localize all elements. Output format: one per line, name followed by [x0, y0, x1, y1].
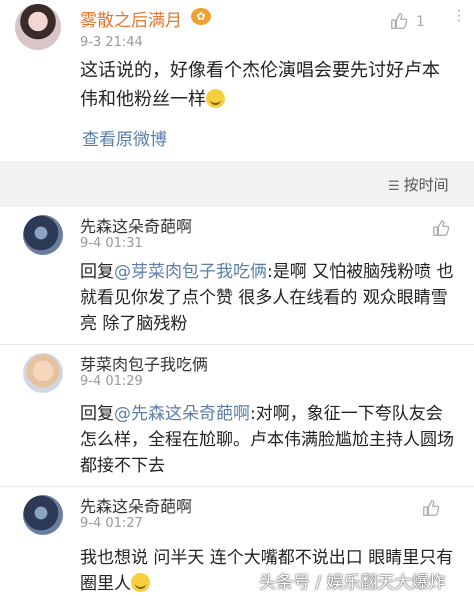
comment-author[interactable]: 芽菜肉包子我吃俩 — [80, 351, 208, 375]
post-like-button[interactable]: 1 — [390, 12, 425, 34]
watermark: 头条号 / 娱乐翻天大爆炸 — [259, 573, 446, 593]
post-text: 这话说的，好像看个杰伦演唱会要先讨好卢本伟和他粉丝一样 — [80, 56, 456, 114]
comment-time: 9-4 01:31 — [80, 236, 143, 251]
avatar[interactable] — [23, 215, 63, 255]
comment-text: 回复@先森这朵奇葩啊:对啊，象征一下夸队友会怎么样，全程在尬聊。卢本伟满脸尴尬主… — [80, 401, 458, 479]
comment-time: 9-4 01:27 — [80, 516, 143, 531]
mention-link[interactable]: @芽菜肉包子我吃俩 — [114, 262, 267, 282]
comment-author[interactable]: 先森这朵奇葩啊 — [80, 213, 192, 237]
more-icon[interactable]: ⋮ — [452, 8, 466, 24]
mention-link[interactable]: @先森这朵奇葩啊 — [114, 404, 250, 424]
comment-author[interactable]: 先森这朵奇葩啊 — [80, 493, 192, 517]
thumbs-up-icon — [433, 220, 450, 236]
view-original-link[interactable]: 查看原微博 — [82, 125, 167, 150]
comment-like-button[interactable] — [422, 499, 440, 521]
avatar[interactable] — [15, 4, 61, 50]
smile-emoji-icon — [131, 573, 150, 592]
sort-label: 按时间 — [403, 176, 449, 194]
comment-item: 芽菜肉包子我吃俩 9-4 01:29 回复@先森这朵奇葩啊:对啊，象征一下夸队友… — [0, 345, 474, 487]
original-post: 雾散之后满月 ✿ 9-3 21:44 1 ⋮ 这话说的，好像看个杰伦演唱会要先讨… — [0, 0, 474, 161]
avatar[interactable] — [23, 353, 63, 393]
post-author[interactable]: 雾散之后满月 — [80, 6, 182, 31]
sort-icon: ☰ — [388, 179, 400, 194]
reply-prefix: 回复 — [80, 262, 114, 282]
sort-by-time-button[interactable]: ☰ 按时间 — [388, 174, 449, 195]
avatar[interactable] — [23, 495, 63, 535]
sort-bar: ☰ 按时间 — [0, 161, 474, 207]
vip-badge-icon: ✿ — [191, 8, 211, 25]
comment-item: 先森这朵奇葩啊 9-4 01:31 回复@芽菜肉包子我吃俩:是啊 又怕被脑残粉喷… — [0, 207, 474, 345]
like-count: 1 — [416, 14, 425, 30]
thumbs-up-icon — [391, 13, 408, 29]
smile-emoji-icon — [206, 89, 225, 108]
post-time: 9-3 21:44 — [80, 35, 143, 50]
comment-text: 回复@芽菜肉包子我吃俩:是啊 又怕被脑残粉喷 也就看见你发了点个赞 很多人在线看… — [80, 259, 458, 337]
comment-time: 9-4 01:29 — [80, 374, 143, 389]
thumbs-up-icon — [423, 500, 440, 516]
reply-prefix: 回复 — [80, 404, 114, 424]
comment-like-button[interactable] — [432, 219, 450, 241]
post-text-body: 这话说的，好像看个杰伦演唱会要先讨好卢本伟和他粉丝一样 — [80, 60, 440, 110]
